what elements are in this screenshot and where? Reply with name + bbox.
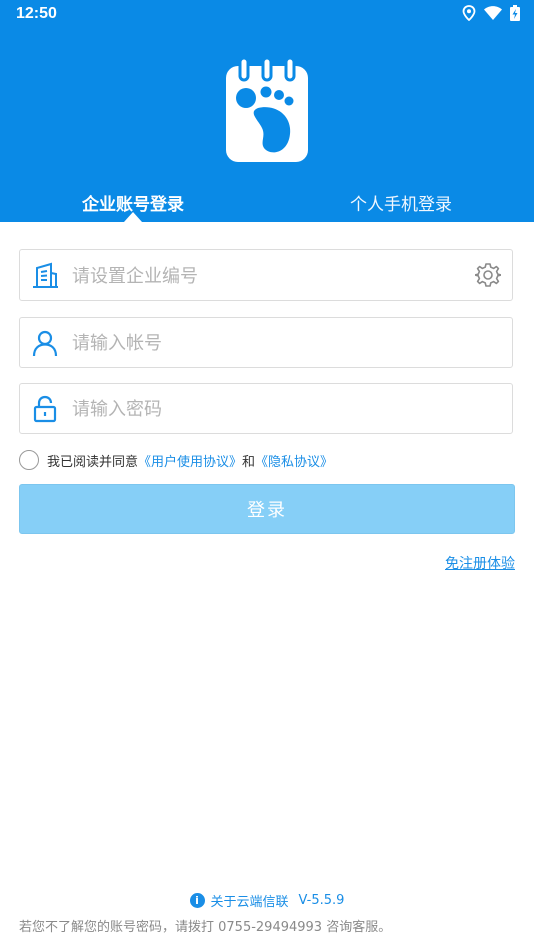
login-button[interactable]: 登录 — [19, 484, 515, 534]
user-agreement-link[interactable]: 《用户使用协议》 — [138, 451, 242, 470]
footprint-calendar-logo — [226, 58, 308, 162]
lock-icon — [33, 395, 57, 422]
user-icon — [32, 330, 58, 356]
status-time: 12:50 — [16, 5, 57, 22]
agreement-row: 我已阅读并同意 《用户使用协议》 和 《隐私协议》 — [19, 450, 333, 470]
password-field[interactable] — [19, 383, 513, 435]
about-row[interactable]: i 关于云端信联 V-5.5.9 — [0, 891, 534, 910]
account-field[interactable] — [19, 317, 513, 369]
tab-personal-phone-login[interactable]: 个人手机登录 — [328, 190, 474, 215]
building-icon — [33, 262, 58, 288]
agreement-prefix: 我已阅读并同意 — [47, 454, 139, 470]
status-bar: 12:50 — [0, 0, 534, 28]
status-icons — [462, 5, 520, 21]
gear-icon[interactable] — [475, 262, 501, 288]
header: 12:50 企业账号登录 个人手机登录 — [0, 0, 534, 222]
app-version: V-5.5.9 — [298, 893, 345, 908]
account-input[interactable] — [70, 318, 464, 369]
password-input[interactable] — [70, 384, 464, 435]
location-icon — [462, 5, 476, 21]
wifi-icon — [484, 6, 502, 20]
agreement-checkbox[interactable] — [19, 450, 39, 470]
about-link[interactable]: 关于云端信联 — [211, 891, 289, 910]
help-text: 若您不了解您的账号密码，请拨打 0755-29494993 咨询客服。 — [19, 920, 392, 935]
info-icon: i — [189, 893, 205, 908]
battery-icon — [510, 5, 520, 21]
agreement-and: 和 — [242, 454, 256, 470]
company-id-field[interactable] — [19, 249, 513, 302]
company-id-input[interactable] — [70, 250, 464, 302]
privacy-policy-link[interactable]: 《隐私协议》 — [255, 451, 333, 470]
active-tab-indicator — [124, 212, 142, 222]
trial-without-registration-link[interactable]: 免注册体验 — [445, 553, 515, 573]
